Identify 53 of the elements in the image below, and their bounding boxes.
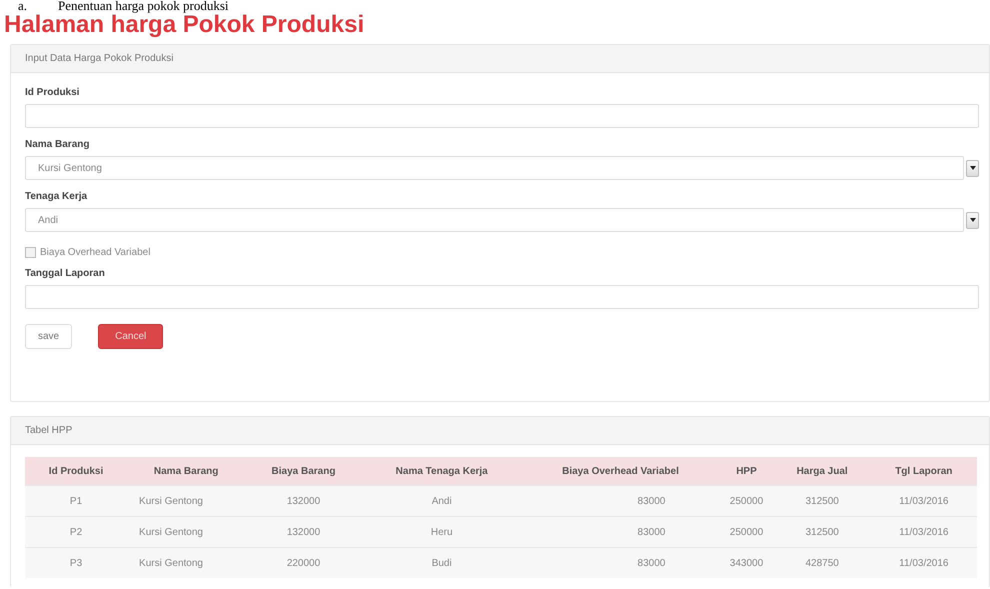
cancel-button[interactable]: Cancel [98,324,164,349]
table-cell: Budi [362,548,522,578]
select-field[interactable]: Andi [25,208,964,232]
table-cell: Kursi Gentong [127,516,246,548]
column-header: Tgl Laporan [870,457,977,486]
input-field[interactable] [25,285,979,309]
field-label: Tenaga Kerja [25,190,88,203]
table-cell: 343000 [719,548,774,578]
input-field[interactable] [25,104,979,128]
caret-icon [970,218,976,222]
table-cell: P3 [25,548,128,578]
column-header: Biaya Barang [245,457,362,486]
table-cell: 83000 [522,486,720,516]
table-cell: 83000 [522,516,720,548]
panel-heading: Input Data Harga Pokok Produksi [11,45,989,73]
table-cell: Andi [362,486,522,516]
table-cell: P2 [25,516,128,548]
dropdown-button[interactable] [966,160,979,176]
table-cell: 132000 [245,486,362,516]
table-cell: 132000 [245,516,362,548]
table-cell: P1 [25,486,128,516]
field-label: Id Produksi [25,86,80,99]
checkbox-label: Biaya Overhead Variabel [40,247,150,258]
table-cell: Kursi Gentong [127,486,246,516]
column-header: Nama Barang [127,457,246,486]
field-label: Tanggal Laporan [25,267,106,280]
table-cell: 312500 [774,486,871,516]
table-cell: Kursi Gentong [127,548,246,578]
table-cell: 11/03/2016 [870,516,977,548]
checkbox[interactable] [25,247,36,258]
column-header: Harga Jual [774,457,871,486]
dropdown-button[interactable] [966,212,979,228]
column-header: Biaya Overhead Variabel [522,457,720,486]
table-cell: 428750 [774,548,871,578]
table-cell: 11/03/2016 [870,486,977,516]
column-header: Nama Tenaga Kerja [362,457,522,486]
table-cell: 83000 [522,548,720,578]
table-cell: 250000 [719,486,774,516]
select-field[interactable]: Kursi Gentong [25,156,964,180]
page-title: Halaman harga Pokok Produksi [4,12,366,38]
save-button[interactable]: save [25,324,72,349]
column-header: Id Produksi [25,457,128,486]
panel-heading: Tabel HPP [11,417,989,445]
column-header: HPP [719,457,774,486]
list-marker: a. [18,0,28,12]
table-cell: 11/03/2016 [870,548,977,578]
caption-text: Penentuan harga pokok produksi [58,0,229,12]
table-cell: 220000 [245,548,362,578]
table-cell: 250000 [719,516,774,548]
field-label: Nama Barang [25,138,90,151]
table-cell: Heru [362,516,522,548]
caret-icon [970,166,976,170]
table-cell: 312500 [774,516,871,548]
